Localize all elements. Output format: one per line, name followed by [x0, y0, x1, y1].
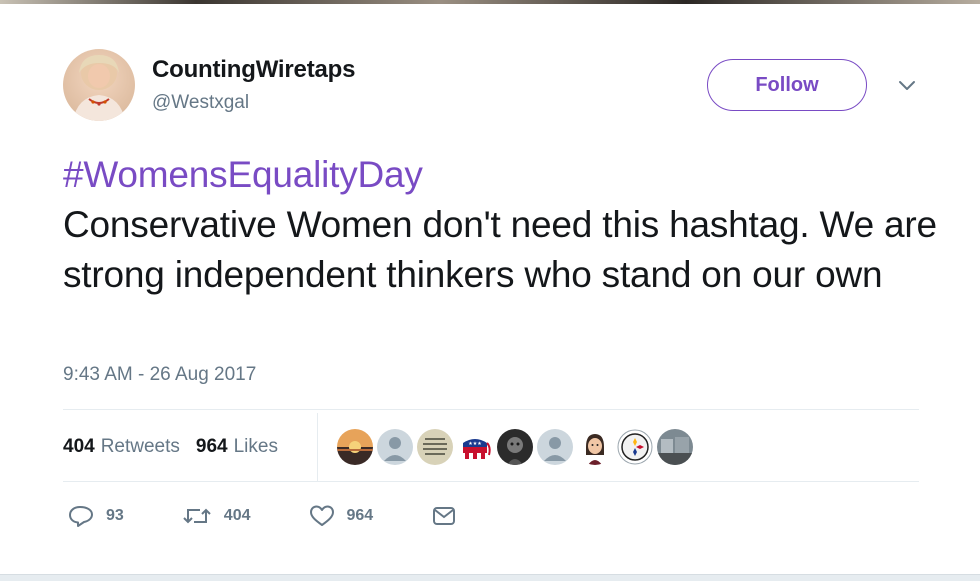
chevron-down-icon[interactable] — [893, 76, 921, 96]
reply-button[interactable]: 93 — [68, 504, 124, 528]
liker-avatar-bitmoji[interactable] — [577, 429, 613, 465]
likes-stat[interactable]: 964 Likes — [196, 436, 278, 458]
liker-avatar-default[interactable] — [537, 429, 573, 465]
reply-icon — [69, 506, 93, 527]
tweet-card: CountingWiretaps @Westxgal Follow #Women… — [0, 4, 980, 575]
tweet-text: #WomensEqualityDay Conservative Women do… — [63, 150, 943, 300]
likes-label: Likes — [233, 436, 278, 457]
liker-avatar-steelers-logo[interactable] — [617, 429, 653, 465]
retweet-button[interactable]: 404 — [182, 505, 251, 527]
like-icon — [309, 505, 334, 526]
liker-avatar-text[interactable] — [417, 429, 453, 465]
liker-avatar-gop-elephant[interactable]: ★★★ — [457, 429, 493, 465]
tweet-body: Conservative Women don't need this hasht… — [63, 204, 937, 295]
message-icon — [433, 507, 456, 525]
retweets-count: 404 — [63, 436, 95, 457]
tweet-actions: 93 404 964 — [68, 504, 527, 528]
tweet-timestamp[interactable]: 9:43 AM - 26 Aug 2017 — [63, 364, 256, 386]
tweet-stats: 404 Retweets 964 Likes — [63, 432, 294, 462]
liker-avatar-default[interactable] — [377, 429, 413, 465]
divider — [63, 481, 919, 482]
likes-count: 964 — [195, 436, 228, 457]
liker-avatar-sunset[interactable] — [337, 429, 373, 465]
divider — [317, 413, 318, 481]
retweet-icon — [183, 508, 211, 524]
liker-avatar-dark[interactable] — [497, 429, 533, 465]
retweets-label: Retweets — [100, 436, 180, 457]
follow-button[interactable]: Follow — [707, 59, 867, 111]
author-display-name[interactable]: CountingWiretaps — [152, 56, 355, 84]
like-count: 964 — [346, 507, 374, 524]
reply-count: 93 — [106, 507, 124, 524]
retweets-stat[interactable]: 404 Retweets — [63, 436, 180, 458]
like-button[interactable]: 964 — [309, 504, 374, 528]
liker-avatar-street[interactable] — [657, 429, 693, 465]
direct-message-button[interactable] — [431, 505, 469, 527]
hashtag-link[interactable]: #WomensEqualityDay — [63, 150, 943, 200]
retweet-count: 404 — [223, 507, 251, 524]
author-handle[interactable]: @Westxgal — [152, 92, 249, 114]
svg-text:★★★: ★★★ — [468, 441, 482, 447]
divider — [63, 409, 919, 410]
author-avatar[interactable] — [63, 49, 135, 121]
likers-avatar-list: ★★★ — [337, 429, 693, 465]
